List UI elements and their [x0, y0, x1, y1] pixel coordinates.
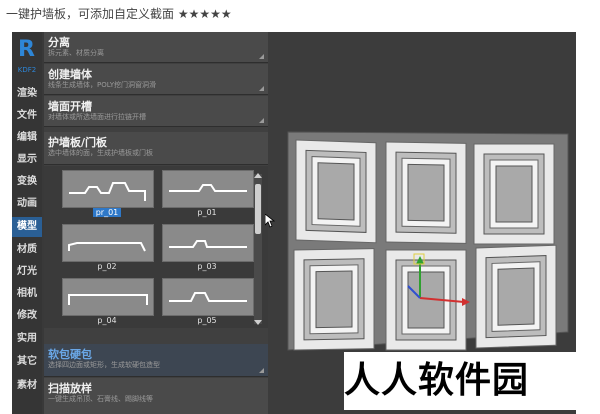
- logo: R: [18, 37, 35, 62]
- scroll-down-icon[interactable]: [254, 320, 262, 325]
- profile-thumb-p01[interactable]: [162, 170, 254, 208]
- section-desc: 拆元素、材质分离: [48, 49, 104, 57]
- nav-item-file[interactable]: 文件: [12, 106, 42, 126]
- version-label: KDF2: [17, 66, 37, 74]
- scroll-up-icon[interactable]: [254, 173, 262, 178]
- profile-scrollbar[interactable]: [254, 173, 262, 325]
- section-desc: 选择四边面或矩形，生成软硬包造型: [48, 361, 160, 369]
- profile-label-p05: p_05: [197, 316, 217, 325]
- profile-shape-icon: [169, 292, 247, 302]
- profile-thumb-pr01[interactable]: [62, 170, 154, 208]
- section-desc: 一键生成吊顶、石膏线、踢脚线等: [48, 395, 153, 403]
- scroll-thumb[interactable]: [255, 184, 261, 234]
- tool-panel: 分离 拆元素、材质分离 创建墙体 线条生成墙体，POLY挖门洞窗洞滑 墙面开槽 …: [44, 32, 268, 414]
- profile-thumb-p04[interactable]: [62, 278, 154, 316]
- section-desc: 对墙体或所选墙面进行拉链开槽: [48, 113, 146, 121]
- nav-item-modify[interactable]: 修改: [12, 306, 42, 326]
- section-soft-panel[interactable]: 软包硬包 选择四边面或矩形，生成软硬包造型: [44, 344, 268, 377]
- expand-icon: [259, 368, 264, 373]
- profile-shape-icon: [68, 242, 146, 252]
- section-wall-groove[interactable]: 墙面开槽 对墙体或所选墙面进行拉链开槽: [44, 96, 268, 127]
- nav-item-display[interactable]: 显示: [12, 150, 42, 170]
- profile-shape-icon: [169, 184, 247, 192]
- section-create-wall[interactable]: 创建墙体 线条生成墙体，POLY挖门洞窗洞滑: [44, 64, 268, 95]
- nav-item-utility[interactable]: 实用: [12, 329, 42, 349]
- expand-icon: [259, 86, 264, 91]
- nav-item-assets[interactable]: 素材: [12, 376, 42, 396]
- profile-shape-icon: [69, 182, 146, 201]
- nav-item-material[interactable]: 材质: [12, 240, 42, 260]
- nav-item-render[interactable]: 渲染: [12, 84, 42, 104]
- section-desc: 选中墙体的面，生成护墙板或门板: [48, 149, 153, 157]
- profile-label-p01: p_01: [197, 208, 217, 217]
- profile-shape-icon: [68, 294, 148, 305]
- nav-item-camera[interactable]: 相机: [12, 284, 42, 304]
- nav-item-model[interactable]: 模型: [12, 217, 42, 237]
- left-nav: R KDF2 渲染 文件 编辑 显示 变换 动画 模型 材质 灯光 相机 修改 …: [12, 32, 42, 414]
- profile-grid: pr_01 p_01 p_02 p_03 p_04 p_05: [44, 166, 268, 328]
- expand-icon: [259, 118, 264, 123]
- nav-item-edit[interactable]: 编辑: [12, 128, 42, 148]
- profile-thumb-p03[interactable]: [162, 224, 254, 262]
- section-separate[interactable]: 分离 拆元素、材质分离: [44, 32, 268, 63]
- profile-shape-icon: [169, 240, 247, 248]
- watermark: 人人软件园: [344, 352, 584, 410]
- profile-label-p04: p_04: [97, 316, 117, 325]
- profile-thumb-p02[interactable]: [62, 224, 154, 262]
- expand-icon: [259, 54, 264, 59]
- nav-item-animation[interactable]: 动画: [12, 194, 42, 214]
- caption: 一键护墙板，可添加自定义截面 ★★★★★: [6, 7, 232, 21]
- profile-label-pr01: pr_01: [62, 208, 152, 217]
- nav-item-light[interactable]: 灯光: [12, 262, 42, 282]
- section-sweep-loft[interactable]: 扫描放样 一键生成吊顶、石膏线、踢脚线等: [44, 378, 268, 414]
- nav-item-transform[interactable]: 变换: [12, 172, 42, 192]
- mouse-cursor-icon: [265, 214, 275, 228]
- profile-label-p03: p_03: [197, 262, 217, 271]
- nav-item-other[interactable]: 其它: [12, 352, 42, 372]
- section-desc: 线条生成墙体，POLY挖门洞窗洞滑: [48, 81, 156, 89]
- profile-label-p02: p_02: [97, 262, 117, 271]
- section-wainscot[interactable]: 护墙板/门板 选中墙体的面，生成护墙板或门板: [44, 132, 268, 165]
- profile-thumb-p05[interactable]: [162, 278, 254, 316]
